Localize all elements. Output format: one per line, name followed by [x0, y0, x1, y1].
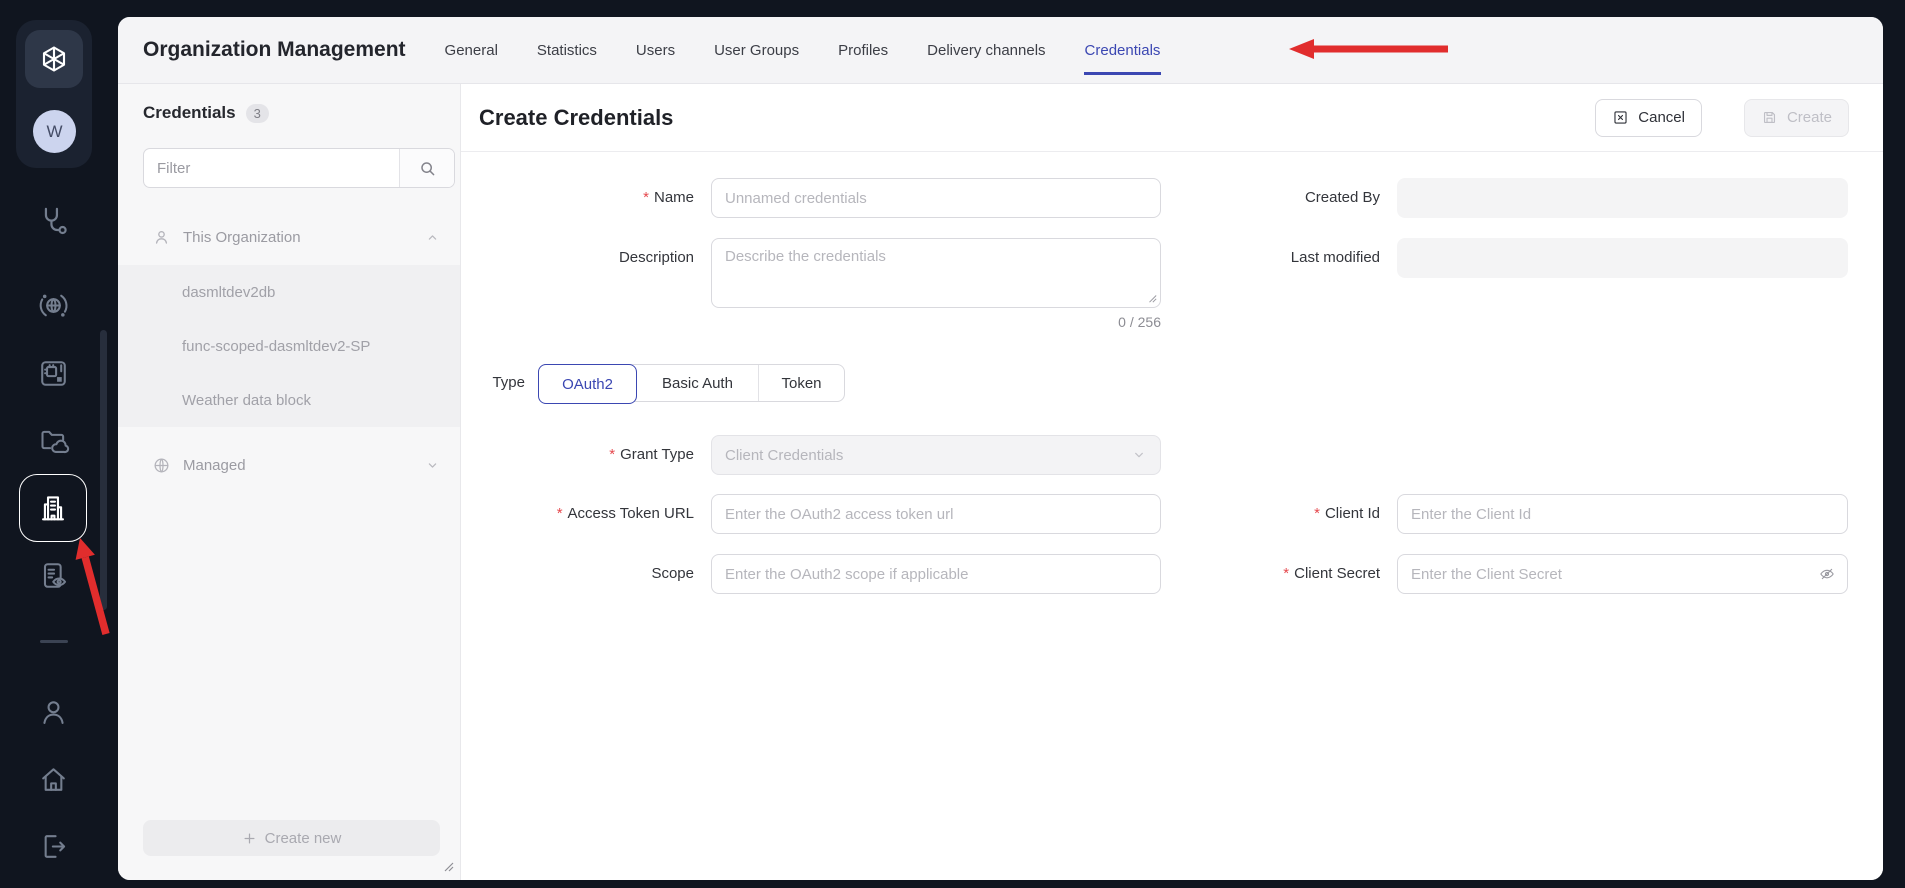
- type-segmented-control: OAuth2 Basic Auth Token: [538, 364, 845, 402]
- client-secret-input[interactable]: [1397, 554, 1848, 594]
- globe-network-icon[interactable]: [31, 283, 75, 327]
- grant-type-select: Client Credentials: [711, 435, 1161, 475]
- char-counter: 0 / 256: [711, 314, 1161, 330]
- name-input[interactable]: [711, 178, 1161, 218]
- tab-bar: General Statistics Users User Groups Pro…: [445, 17, 1161, 83]
- name-label: *Name: [643, 178, 694, 218]
- plus-icon: [242, 831, 257, 846]
- app-logo[interactable]: [25, 30, 83, 88]
- list-item-func-scoped[interactable]: func-scoped-dasmltdev2-SP: [118, 319, 460, 373]
- required-marker: *: [609, 446, 615, 463]
- filter-box: [143, 148, 455, 188]
- organization-building-icon-active[interactable]: [19, 474, 87, 542]
- home-icon[interactable]: [31, 757, 75, 801]
- required-marker: *: [557, 505, 563, 522]
- access-token-url-input[interactable]: [711, 494, 1161, 534]
- type-option-token[interactable]: Token: [758, 365, 844, 401]
- top-header: Organization Management General Statisti…: [118, 17, 1883, 84]
- last-modified-field: [1397, 238, 1848, 278]
- rail-divider: [40, 640, 68, 643]
- globe-icon: [152, 456, 171, 475]
- description-textarea[interactable]: [711, 238, 1161, 308]
- scope-input[interactable]: [711, 554, 1161, 594]
- close-box-icon: [1612, 109, 1629, 126]
- main-content: Create Credentials Cancel: [461, 84, 1883, 880]
- person-icon: [152, 228, 171, 247]
- sidebar-group-this-organization[interactable]: This Organization: [118, 214, 460, 260]
- credentials-count-badge: 3: [246, 104, 269, 123]
- chevron-up-icon: [425, 230, 440, 245]
- search-icon: [417, 158, 438, 179]
- required-marker: *: [1283, 565, 1289, 582]
- client-id-input[interactable]: [1397, 494, 1848, 534]
- tab-user-groups[interactable]: User Groups: [714, 17, 799, 83]
- type-option-oauth2[interactable]: OAuth2: [538, 364, 637, 404]
- form-title: Create Credentials: [479, 105, 673, 131]
- cancel-label: Cancel: [1638, 109, 1685, 126]
- cube-logo-icon: [39, 44, 69, 74]
- tab-statistics[interactable]: Statistics: [537, 17, 597, 83]
- search-button[interactable]: [399, 149, 454, 187]
- create-label: Create: [1787, 109, 1832, 126]
- chip-icon[interactable]: [31, 351, 75, 395]
- eye-off-icon[interactable]: [1818, 565, 1836, 583]
- tab-delivery-channels[interactable]: Delivery channels: [927, 17, 1045, 83]
- filter-input[interactable]: [144, 149, 399, 187]
- window-panel: Organization Management General Statisti…: [118, 17, 1883, 880]
- chevron-down-icon: [425, 458, 440, 473]
- document-eye-icon[interactable]: [31, 553, 75, 597]
- required-marker: *: [1314, 505, 1320, 522]
- save-icon: [1761, 109, 1778, 126]
- created-by-field: [1397, 178, 1848, 218]
- grant-type-label: *Grant Type: [609, 435, 694, 475]
- sidebar-group-managed[interactable]: Managed: [118, 442, 460, 488]
- form-header: Create Credentials Cancel: [461, 84, 1883, 152]
- description-wrap: [711, 238, 1161, 308]
- create-new-button[interactable]: Create new: [143, 820, 440, 856]
- stethoscope-icon[interactable]: [31, 198, 75, 242]
- folder-cloud-icon[interactable]: [31, 419, 75, 463]
- page-title: Organization Management: [143, 38, 406, 62]
- cancel-button[interactable]: Cancel: [1595, 99, 1702, 137]
- list-item-weather-data-block[interactable]: Weather data block: [118, 373, 460, 427]
- user-icon[interactable]: [31, 690, 75, 734]
- client-secret-label: *Client Secret: [1283, 554, 1380, 594]
- textarea-resize-handle[interactable]: [1147, 293, 1157, 303]
- sidebar-resize-handle[interactable]: [442, 860, 454, 872]
- avatar-initial: W: [46, 122, 62, 142]
- chevron-down-icon: [1131, 447, 1147, 463]
- required-marker: *: [643, 189, 649, 206]
- credentials-list: dasmltdev2db func-scoped-dasmltdev2-SP W…: [118, 265, 460, 427]
- client-secret-wrap: [1397, 554, 1848, 594]
- rail-logo-group: W: [16, 20, 92, 168]
- group-label: Managed: [183, 457, 246, 474]
- tab-credentials[interactable]: Credentials: [1085, 17, 1161, 83]
- description-label: Description: [619, 238, 694, 278]
- access-token-url-label: *Access Token URL: [557, 494, 694, 534]
- group-label: This Organization: [183, 229, 301, 246]
- logout-icon[interactable]: [31, 824, 75, 868]
- credentials-sidebar: Credentials 3 This Organi: [118, 84, 461, 880]
- created-by-label: Created By: [1305, 178, 1380, 218]
- grant-type-value: Client Credentials: [725, 447, 843, 464]
- client-id-label: *Client Id: [1314, 494, 1380, 534]
- tab-profiles[interactable]: Profiles: [838, 17, 888, 83]
- scope-label: Scope: [651, 554, 694, 594]
- rail-scrollbar[interactable]: [100, 330, 107, 610]
- create-new-label: Create new: [265, 830, 342, 847]
- create-button[interactable]: Create: [1744, 99, 1849, 137]
- sidebar-title-row: Credentials 3: [143, 103, 269, 123]
- tab-users[interactable]: Users: [636, 17, 675, 83]
- list-item-dasmltdev2db[interactable]: dasmltdev2db: [118, 265, 460, 319]
- tab-general[interactable]: General: [445, 17, 498, 83]
- type-option-basic-auth[interactable]: Basic Auth: [637, 365, 758, 401]
- icon-rail: W: [0, 0, 118, 888]
- last-modified-label: Last modified: [1291, 238, 1380, 278]
- user-avatar[interactable]: W: [33, 110, 76, 153]
- type-label: Type: [492, 364, 525, 402]
- sidebar-title: Credentials: [143, 103, 236, 123]
